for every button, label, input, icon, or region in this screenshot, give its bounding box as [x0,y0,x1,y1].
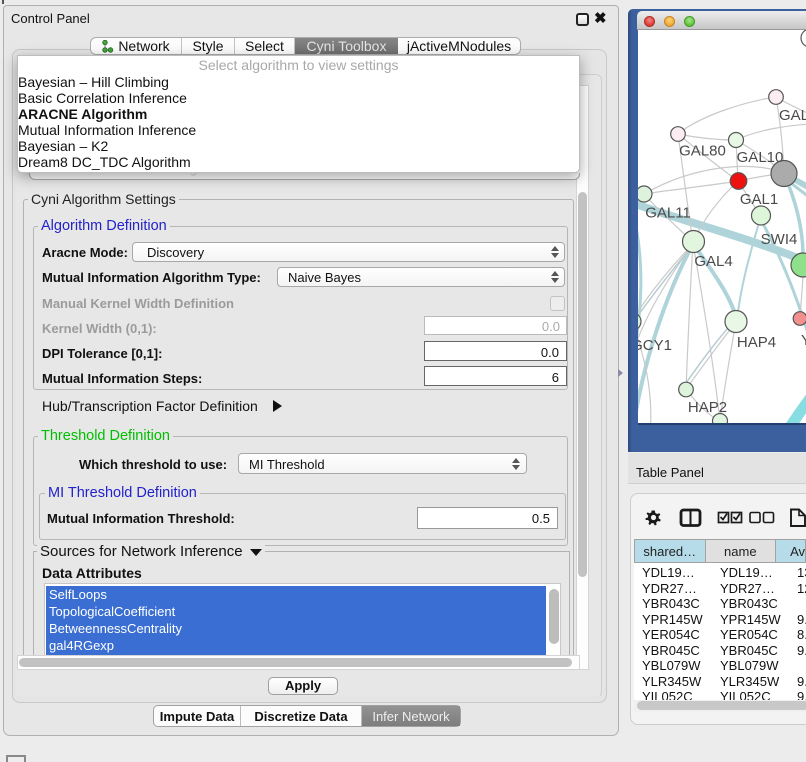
svg-text:Y: Y [801,332,806,349]
svg-text:SWI4: SWI4 [761,231,798,248]
svg-text:GAL11: GAL11 [645,205,691,222]
svg-text:GAL2: GAL2 [779,107,806,124]
svg-text:GAL1: GAL1 [740,191,778,208]
svg-text:GAL4: GAL4 [694,253,732,270]
svg-text:GAL10: GAL10 [737,149,784,166]
svg-text:GCY1: GCY1 [638,337,672,354]
svg-text:GAL80: GAL80 [679,143,726,160]
svg-text:HAP4: HAP4 [737,334,776,351]
svg-text:HAP2: HAP2 [688,399,727,416]
